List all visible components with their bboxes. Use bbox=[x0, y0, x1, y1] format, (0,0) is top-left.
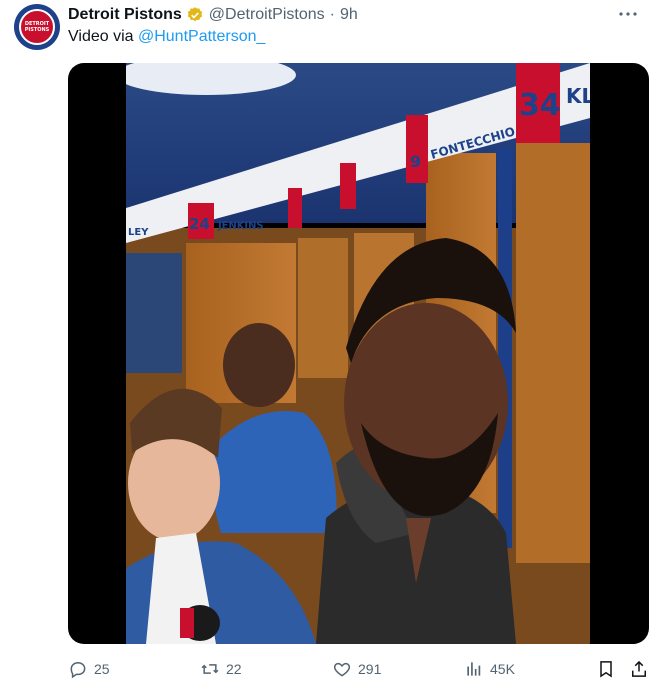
nameplate-name-jenkins: JENKINS bbox=[217, 219, 263, 232]
pistons-logo: DETROIT PISTONS bbox=[19, 9, 55, 45]
like-count: 291 bbox=[358, 661, 382, 677]
nameplate-name-ley: LEY bbox=[128, 227, 149, 238]
reply-icon bbox=[70, 661, 86, 679]
post-time[interactable]: 9h bbox=[340, 6, 358, 24]
nameplate-number-34: 34 bbox=[519, 88, 561, 123]
more-icon[interactable] bbox=[618, 4, 638, 22]
mention-link[interactable]: @HuntPatterson_ bbox=[138, 28, 265, 45]
reply-button[interactable]: 25 bbox=[68, 659, 110, 679]
views-icon bbox=[467, 662, 481, 676]
bookmark-icon bbox=[600, 661, 612, 678]
view-count: 45K bbox=[490, 661, 515, 677]
action-bar: 25 22 291 45K bbox=[68, 659, 650, 683]
video-player[interactable]: 24 JENKINS LEY 9 FONTECCHIO 34 KL bbox=[68, 63, 649, 644]
like-icon bbox=[333, 662, 351, 677]
repost-count: 22 bbox=[226, 661, 242, 677]
repost-button[interactable]: 22 bbox=[200, 659, 242, 679]
avatar[interactable]: DETROIT PISTONS bbox=[14, 4, 60, 50]
like-button[interactable]: 291 bbox=[332, 659, 381, 679]
video-frame: 24 JENKINS LEY 9 FONTECCHIO 34 KL bbox=[126, 63, 590, 644]
nameplate-name-kl: KL bbox=[566, 84, 590, 108]
dot-separator: · bbox=[329, 6, 335, 23]
post-text-prefix: Video via bbox=[68, 28, 138, 45]
author-handle[interactable]: @DetroitPistons bbox=[209, 6, 325, 24]
bookmark-button[interactable] bbox=[596, 659, 622, 679]
logo-text-line2: PISTONS bbox=[24, 27, 50, 33]
share-button[interactable] bbox=[629, 659, 655, 679]
nameplate-number-24: 24 bbox=[189, 215, 210, 233]
reply-count: 25 bbox=[94, 661, 110, 677]
views-button[interactable]: 45K bbox=[464, 659, 515, 679]
post-header: Detroit Pistons @DetroitPistons · 9h bbox=[68, 4, 640, 26]
repost-icon bbox=[201, 664, 219, 674]
nameplate-number-9: 9 bbox=[410, 152, 421, 171]
author-name[interactable]: Detroit Pistons bbox=[68, 6, 182, 24]
share-icon bbox=[632, 660, 646, 677]
post-text: Video via @HuntPatterson_ bbox=[68, 28, 265, 46]
verified-badge-icon[interactable] bbox=[186, 6, 204, 24]
